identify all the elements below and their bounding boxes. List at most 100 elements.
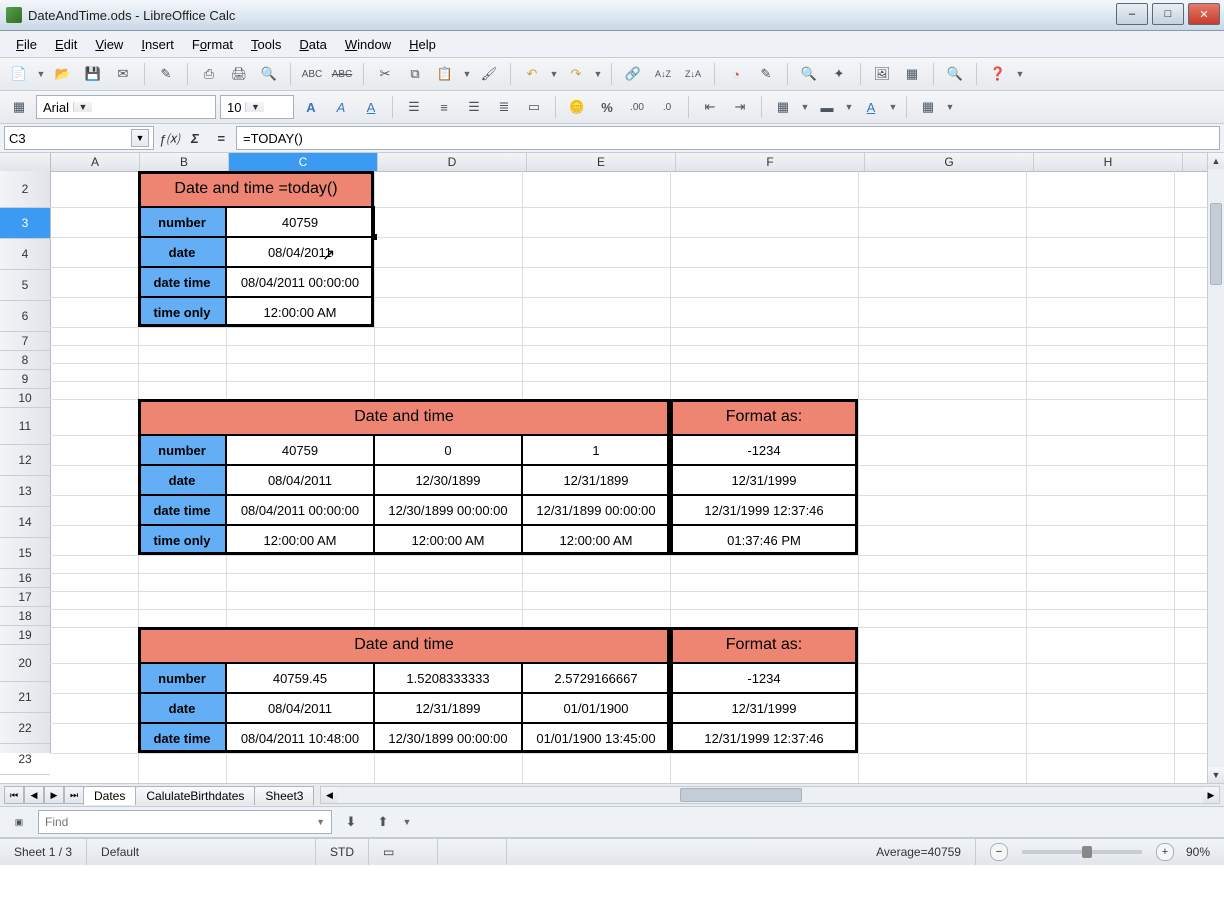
grid-lines-icon[interactable]: ▦ [915, 94, 941, 120]
cell[interactable]: 12/31/1899 [374, 693, 522, 723]
tab-prev-icon[interactable]: ◀ [24, 786, 44, 804]
zoom-out-icon[interactable]: − [990, 843, 1008, 861]
new-doc-icon[interactable]: 📄 [6, 61, 32, 87]
column-header-A[interactable]: A [51, 153, 140, 171]
cell[interactable]: date [138, 237, 226, 267]
sum-icon[interactable]: Σ [184, 127, 206, 149]
status-insert-mode[interactable]: STD [316, 839, 369, 865]
scrollbar-thumb[interactable] [1210, 203, 1222, 285]
cell[interactable]: 12:00:00 AM [522, 525, 670, 555]
sheet-tab-birthdates[interactable]: CalulateBirthdates [135, 786, 255, 805]
row-header-13[interactable]: 13 [0, 476, 50, 507]
zoom-slider[interactable] [1022, 850, 1142, 854]
borders-dropdown[interactable]: ▼ [800, 102, 810, 112]
row-header-6[interactable]: 6 [0, 301, 50, 332]
font-size-combo[interactable]: 10 ▼ [220, 95, 294, 119]
hyperlink-icon[interactable]: 🔗 [620, 61, 646, 87]
find-toolbar-overflow[interactable]: ▼ [402, 817, 412, 827]
row-header-14[interactable]: 14 [0, 507, 50, 538]
format-toolbar-overflow[interactable]: ▼ [945, 102, 955, 112]
chevron-down-icon[interactable]: ▼ [73, 102, 92, 112]
column-header-G[interactable]: G [865, 153, 1034, 171]
tab-last-icon[interactable]: ⏭ [64, 786, 84, 804]
chevron-down-icon[interactable]: ▼ [245, 102, 264, 112]
window-maximize-button[interactable]: □ [1152, 3, 1184, 25]
row-header-3[interactable]: 3 [0, 208, 50, 239]
row-header-17[interactable]: 17 [0, 588, 50, 607]
add-decimal-icon[interactable]: .00 [624, 94, 650, 120]
scroll-up-icon[interactable]: ▲ [1208, 153, 1224, 169]
copy-icon[interactable]: ⧉ [402, 61, 428, 87]
chevron-down-icon[interactable]: ▼ [316, 817, 325, 827]
status-aggregate[interactable]: Average=40759 [507, 839, 976, 865]
redo-dropdown[interactable]: ▼ [593, 69, 603, 79]
cell[interactable]: 08/04/2011 [226, 465, 374, 495]
email-icon[interactable]: ✉ [110, 61, 136, 87]
row-header-2[interactable]: 2 [0, 171, 50, 208]
column-header-D[interactable]: D [378, 153, 527, 171]
cell[interactable]: 40759.45 [226, 663, 374, 693]
save-icon[interactable]: 💾 [80, 61, 106, 87]
column-header-E[interactable]: E [527, 153, 676, 171]
column-header-C[interactable]: C [229, 153, 378, 171]
new-doc-dropdown[interactable]: ▼ [36, 69, 46, 79]
cell[interactable]: time only [138, 525, 226, 555]
bg-color-icon[interactable]: ▬ [814, 94, 840, 120]
menu-insert[interactable]: Insert [133, 34, 182, 55]
scroll-left-icon[interactable]: ◀ [321, 787, 337, 803]
cell[interactable]: 0 [374, 435, 522, 465]
cell[interactable]: -1234 [670, 435, 858, 465]
cell[interactable]: 01:37:46 PM [670, 525, 858, 555]
cell[interactable]: 12:00:00 AM [226, 525, 374, 555]
edit-icon[interactable]: ✎ [153, 61, 179, 87]
font-name-combo[interactable]: Arial ▼ [36, 95, 216, 119]
status-page-style[interactable]: Default [87, 839, 316, 865]
vertical-scrollbar[interactable]: ▲ ▼ [1207, 153, 1224, 783]
cell[interactable]: Date and time [138, 627, 670, 663]
merge-cells-icon[interactable]: ▭ [521, 94, 547, 120]
sheet-tab-dates[interactable]: Dates [83, 786, 136, 805]
cell[interactable]: -1234 [670, 663, 858, 693]
undo-icon[interactable]: ↶ [519, 61, 545, 87]
help-icon[interactable]: ❓ [985, 61, 1011, 87]
column-header-B[interactable]: B [140, 153, 229, 171]
row-header-23[interactable]: 23 [0, 744, 50, 775]
function-wizard-icon[interactable]: ƒ⒳ [158, 127, 180, 149]
cell[interactable]: time only [138, 297, 226, 327]
fill-handle[interactable] [371, 234, 377, 240]
row-header-21[interactable]: 21 [0, 682, 50, 713]
cut-icon[interactable]: ✂ [372, 61, 398, 87]
cell[interactable]: 08/04/2011 [226, 237, 374, 267]
cell[interactable]: 12/30/1899 [374, 465, 522, 495]
scrollbar-thumb[interactable] [680, 788, 802, 802]
find-input[interactable]: Find ▼ [38, 810, 332, 834]
spreadsheet-grid[interactable]: ABCDEFGH 2345678910111213141516171819202… [0, 153, 1224, 784]
row-header-10[interactable]: 10 [0, 389, 50, 408]
cell[interactable]: 12:00:00 AM [374, 525, 522, 555]
menu-data[interactable]: Data [291, 34, 334, 55]
data-sources-icon[interactable]: ▦ [899, 61, 925, 87]
row-header-18[interactable]: 18 [0, 607, 50, 626]
row-header-22[interactable]: 22 [0, 713, 50, 744]
cell[interactable]: date time [138, 267, 226, 297]
find-next-icon[interactable]: ⬇ [338, 809, 364, 835]
redo-icon[interactable]: ↷ [563, 61, 589, 87]
align-justify-icon[interactable]: ≣ [491, 94, 517, 120]
row-header-16[interactable]: 16 [0, 569, 50, 588]
cell[interactable]: 08/04/2011 00:00:00 [226, 267, 374, 297]
find-prev-icon[interactable]: ⬆ [370, 809, 396, 835]
cell[interactable]: 1.5208333333 [374, 663, 522, 693]
cell[interactable]: Date and time =today() [138, 171, 374, 207]
align-center-icon[interactable]: ≡ [431, 94, 457, 120]
cell[interactable]: Format as: [670, 627, 858, 663]
cell[interactable]: 12/31/1999 12:37:46 [670, 723, 858, 753]
close-find-icon[interactable]: ▣ [6, 809, 32, 835]
spellcheck-icon[interactable]: ABC [299, 61, 325, 87]
cell[interactable]: 12/31/1899 [522, 465, 670, 495]
remove-decimal-icon[interactable]: .0 [654, 94, 680, 120]
cell[interactable]: number [138, 663, 226, 693]
sort-desc-icon[interactable]: Z↓A [680, 61, 706, 87]
column-header-H[interactable]: H [1034, 153, 1183, 171]
decrease-indent-icon[interactable]: ⇤ [697, 94, 723, 120]
horizontal-scrollbar[interactable]: ◀ ▶ [320, 786, 1220, 804]
